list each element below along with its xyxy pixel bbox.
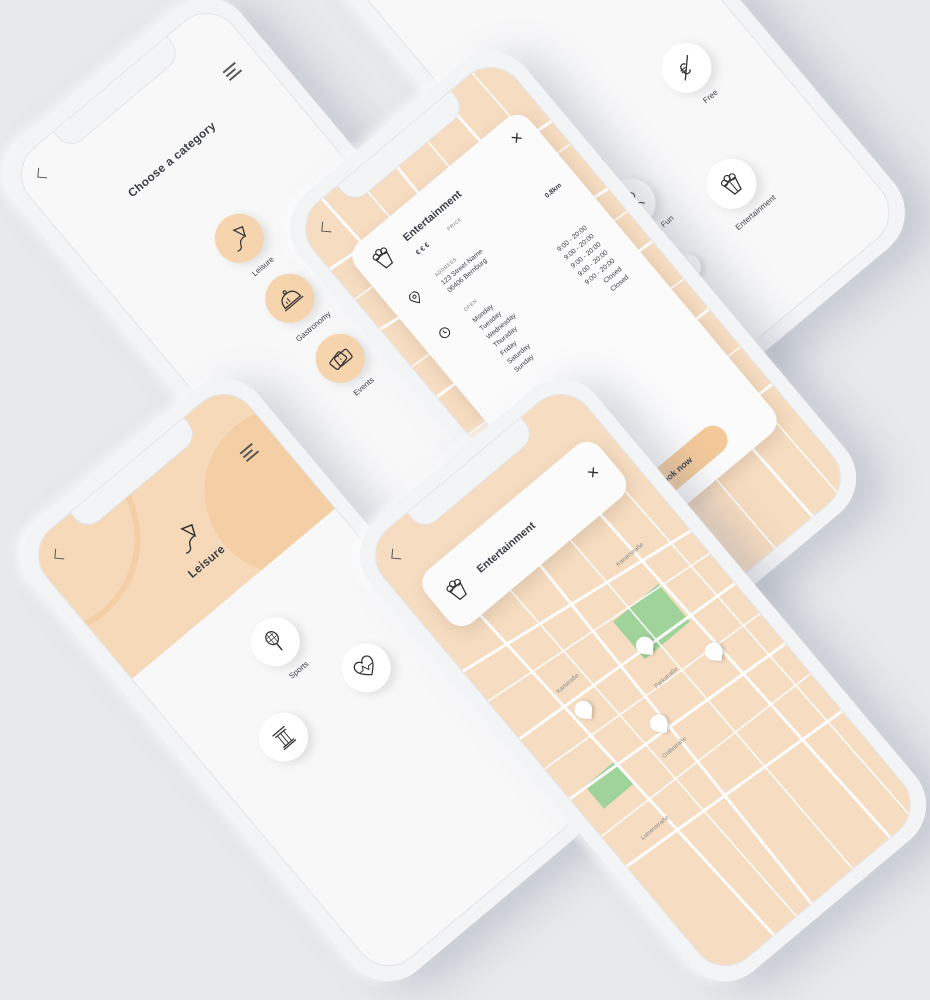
back-arrow-icon[interactable]	[54, 548, 65, 560]
map-pin[interactable]	[635, 635, 655, 655]
back-arrow-icon[interactable]	[37, 167, 48, 179]
street-label: Gräbstraße	[661, 736, 688, 760]
street-label: Karlstraße	[556, 673, 581, 695]
category-item-free[interactable]: € Free	[632, 16, 752, 132]
hamburger-menu-icon[interactable]	[222, 61, 243, 81]
map-card-title: Entertainment	[474, 519, 538, 576]
price-label: PRICE	[446, 216, 464, 233]
map-pin[interactable]	[704, 641, 724, 661]
popcorn-icon	[367, 242, 402, 278]
column-icon	[249, 702, 319, 772]
back-arrow-icon[interactable]	[391, 548, 402, 560]
close-icon[interactable]: ✕	[507, 128, 527, 148]
popcorn-icon	[441, 573, 476, 609]
category-item-culture[interactable]	[230, 687, 342, 794]
back-arrow-icon[interactable]	[321, 221, 332, 233]
map-pin[interactable]	[573, 700, 593, 720]
price-symbols: € € €	[414, 241, 432, 257]
map-pin[interactable]	[649, 713, 669, 733]
distance: 0.8km	[543, 182, 564, 200]
street-label: Parkstraße	[654, 667, 680, 690]
park-area	[585, 761, 634, 809]
hours-list: Monday 9:00 - 20:00 Tuesday 9:00 - 20:00 W…	[470, 223, 631, 375]
heart-icon	[331, 633, 401, 703]
category-item-entertainment[interactable]: Entertainment	[677, 133, 797, 249]
location-pin-icon	[407, 289, 428, 311]
phone-notch	[51, 35, 184, 152]
close-icon[interactable]: ✕	[584, 463, 604, 483]
clock-icon	[436, 324, 456, 345]
